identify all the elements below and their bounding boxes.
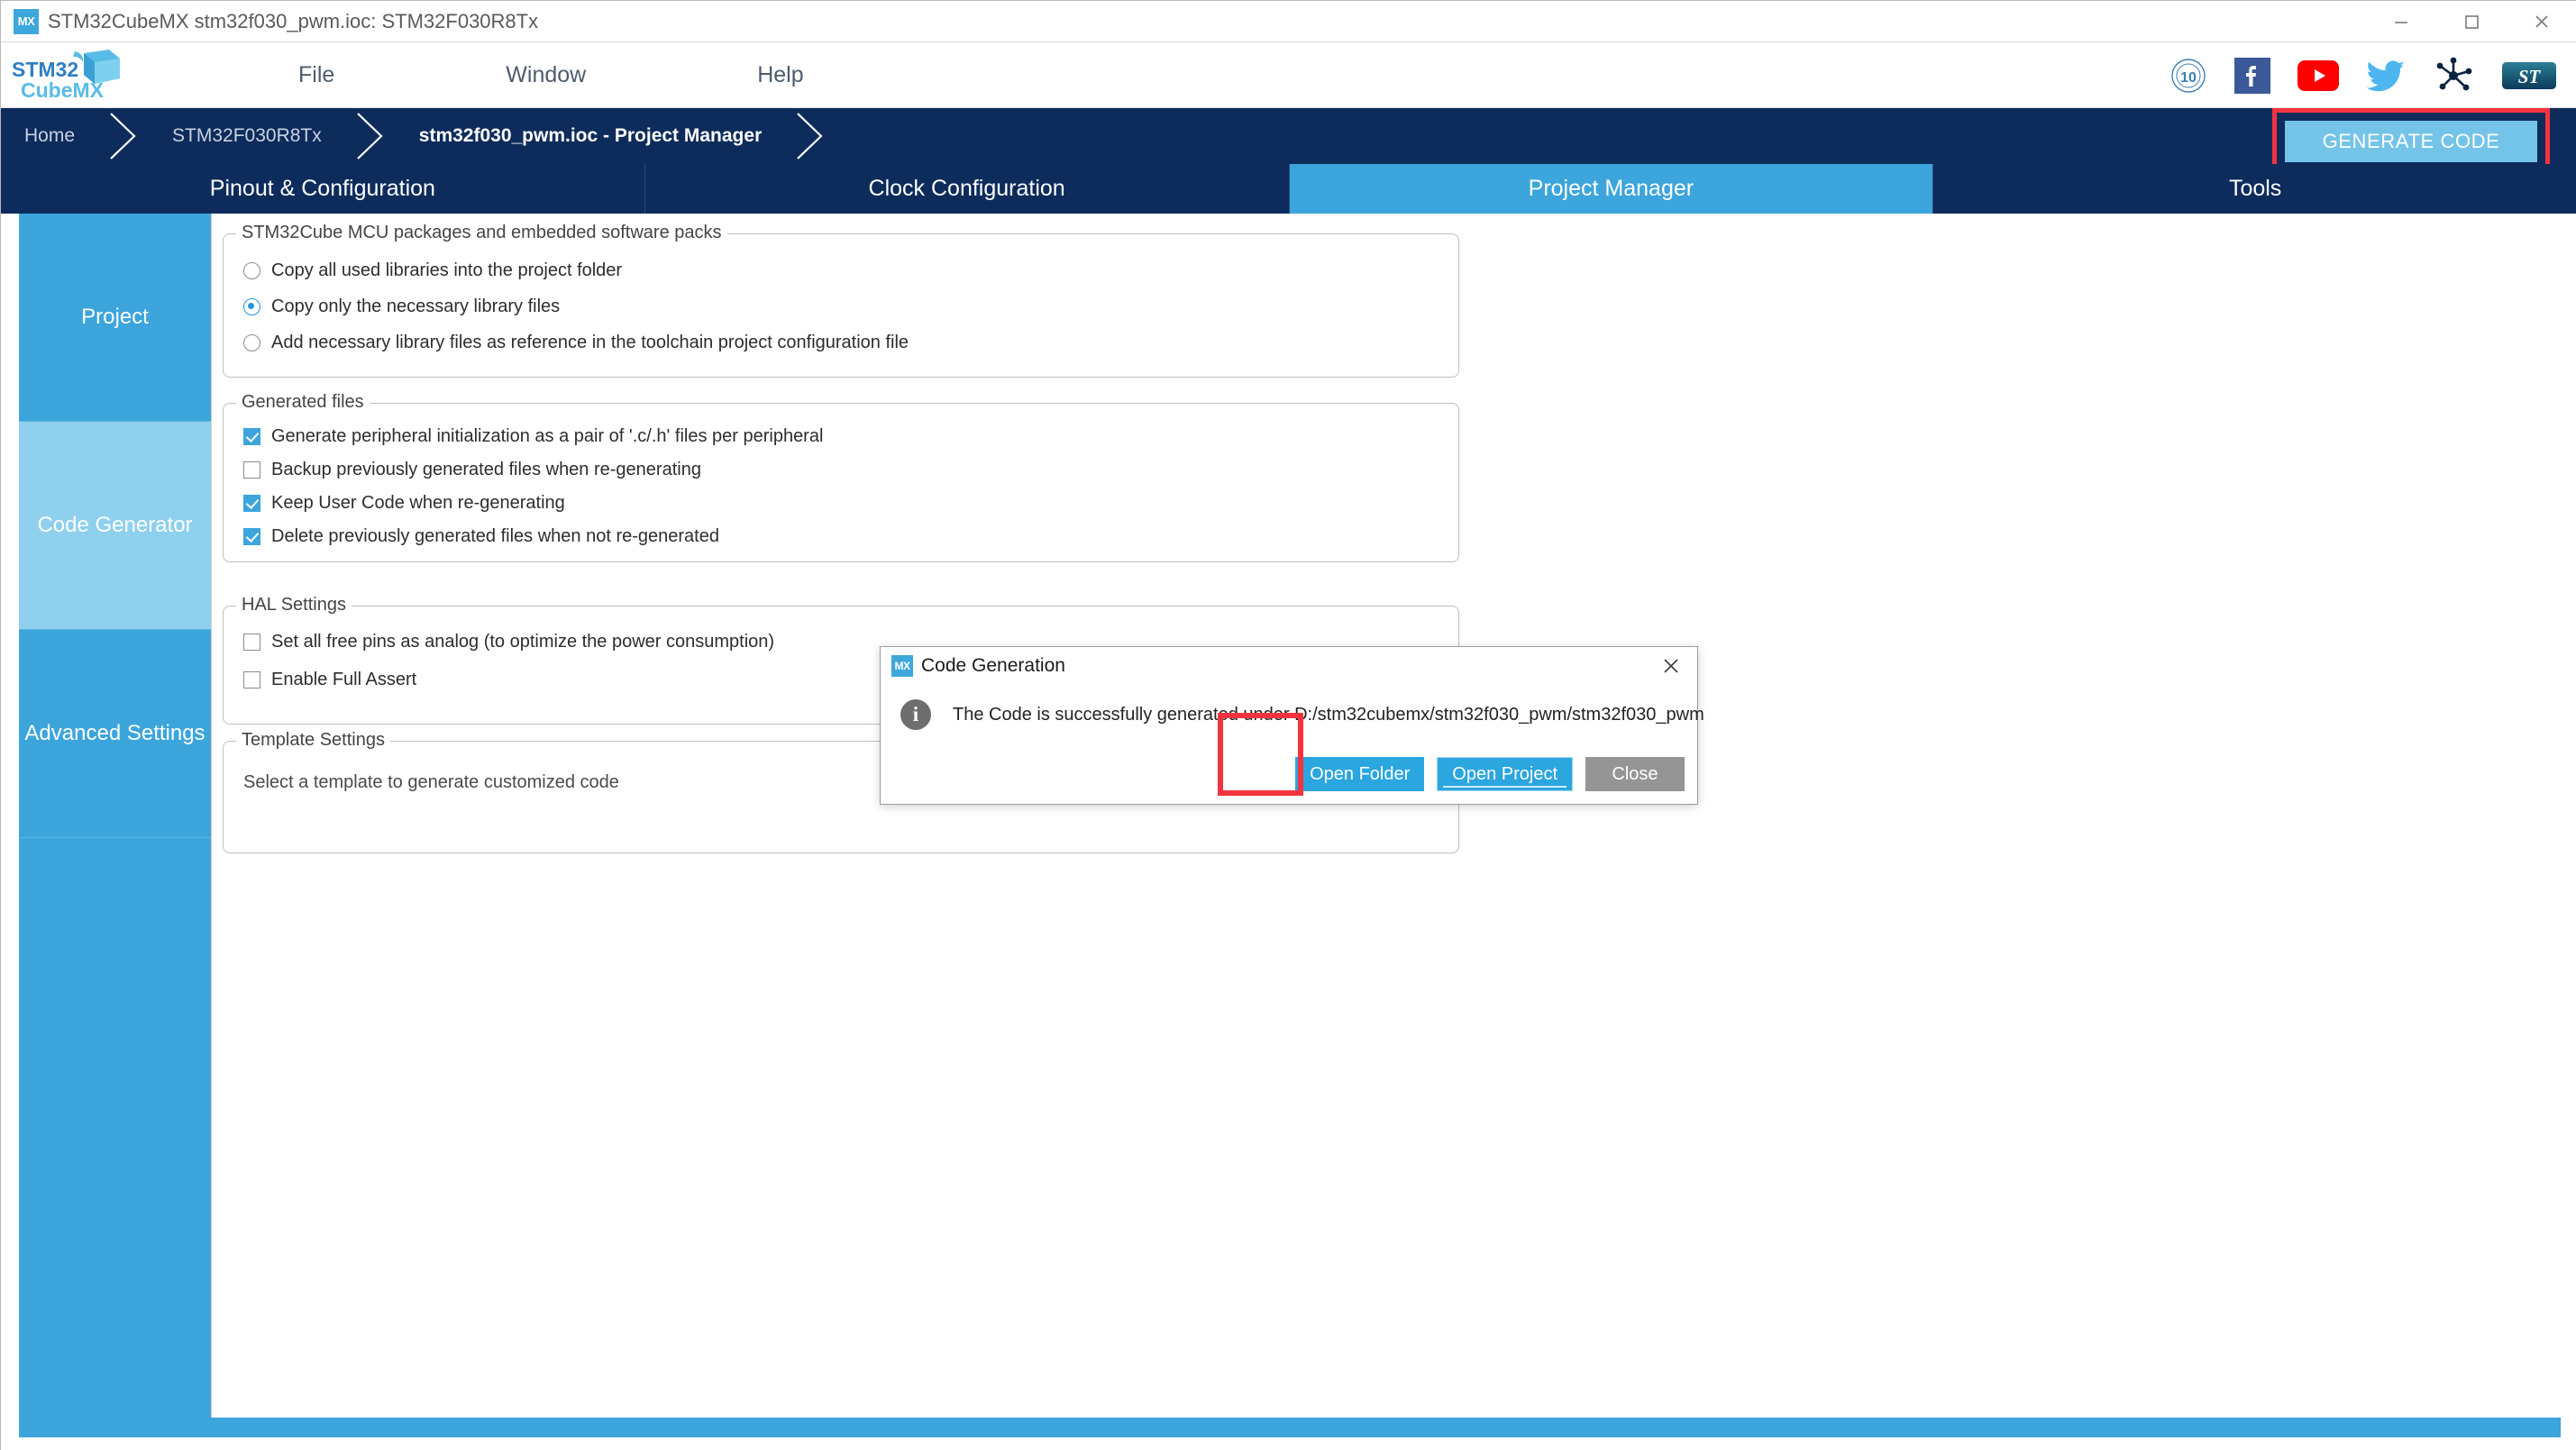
checkbox-free-pins-analog-label: Set all free pins as analog (to optimize…: [271, 632, 775, 652]
menu-items: File Window Help: [298, 42, 804, 108]
radio-copy-necessary-libraries[interactable]: Copy only the necessary library files: [243, 296, 560, 317]
menu-file[interactable]: File: [298, 62, 334, 88]
dialog-message: The Code is successfully generated under…: [953, 704, 1704, 725]
tab-tools[interactable]: Tools: [1933, 164, 2576, 214]
open-project-button[interactable]: Open Project: [1437, 757, 1573, 791]
title-bar: MX STM32CubeMX stm32f030_pwm.ioc: STM32F…: [1, 1, 2576, 42]
template-settings-description: Select a template to generate customized…: [243, 772, 619, 792]
breadcrumb-item-mcu[interactable]: STM32F030R8Tx: [149, 108, 352, 164]
project-manager-sidebar: Project Code Generator Advanced Settings: [19, 214, 211, 1421]
checkbox-icon: [243, 671, 260, 689]
checkbox-checked-icon: [243, 495, 260, 512]
breadcrumb: Home STM32F030R8Tx stm32f030_pwm.ioc - P…: [1, 108, 836, 164]
group-mcu-packages-title: STM32Cube MCU packages and embedded soft…: [236, 223, 727, 243]
maximize-icon[interactable]: [2436, 1, 2507, 42]
dialog-app-icon: MX: [891, 655, 913, 677]
svg-text:10: 10: [2180, 70, 2197, 86]
checkbox-generate-peripheral-init-label: Generate peripheral initialization as a …: [271, 426, 824, 446]
sidebar-item-code-generator[interactable]: Code Generator: [19, 422, 211, 630]
close-icon[interactable]: [2507, 1, 2576, 42]
open-folder-button[interactable]: Open Folder: [1295, 757, 1425, 791]
checkbox-free-pins-analog[interactable]: Set all free pins as analog (to optimize…: [243, 632, 774, 652]
group-hal-settings-title: HAL Settings: [236, 595, 352, 616]
checkbox-delete-previous-files-label: Delete previously generated files when n…: [271, 526, 719, 546]
facebook-icon[interactable]: [2234, 57, 2270, 94]
checkbox-icon: [243, 461, 260, 479]
checkbox-backup-previous-files[interactable]: Backup previously generated files when r…: [243, 460, 701, 480]
dialog-message-row: i The Code is successfully generated und…: [881, 685, 1704, 744]
breadcrumb-bar: Home STM32F030R8Tx stm32f030_pwm.ioc - P…: [1, 108, 2576, 171]
st-community-icon[interactable]: [2433, 57, 2474, 95]
dialog-title-bar: MX Code Generation: [881, 647, 1697, 685]
chevron-right-icon: [792, 108, 836, 164]
youtube-icon[interactable]: [2297, 59, 2339, 91]
radio-add-as-reference-label: Add necessary library files as reference…: [271, 333, 909, 352]
menu-bar: STM32 CubeMX File Window Help 10 ST: [1, 42, 2576, 108]
main-tab-bar: Pinout & Configuration Clock Configurati…: [1, 164, 2576, 214]
checkbox-icon: [243, 634, 260, 651]
checkbox-enable-full-assert-label: Enable Full Assert: [271, 670, 417, 689]
sidebar-item-advanced-settings[interactable]: Advanced Settings: [19, 630, 211, 838]
tab-pinout-configuration[interactable]: Pinout & Configuration: [1, 164, 645, 214]
checkbox-keep-user-code[interactable]: Keep User Code when re-generating: [243, 493, 565, 514]
checkbox-generate-peripheral-init[interactable]: Generate peripheral initialization as a …: [243, 426, 823, 447]
tab-project-manager[interactable]: Project Manager: [1289, 164, 1934, 214]
checkbox-backup-previous-files-label: Backup previously generated files when r…: [271, 460, 701, 479]
info-icon: i: [900, 699, 931, 730]
code-generator-panel: STM32Cube MCU packages and embedded soft…: [211, 214, 2559, 1421]
breadcrumb-item-home[interactable]: Home: [1, 108, 105, 164]
checkbox-enable-full-assert[interactable]: Enable Full Assert: [243, 670, 416, 690]
radio-copy-all-libraries[interactable]: Copy all used libraries into the project…: [243, 260, 622, 281]
minimize-icon[interactable]: [2366, 1, 2436, 42]
window-controls: [2366, 1, 2576, 42]
code-generation-dialog: MX Code Generation i The Code is success…: [880, 646, 1704, 805]
radio-button-icon: [243, 334, 260, 351]
radio-copy-all-libraries-label: Copy all used libraries into the project…: [271, 260, 623, 280]
svg-text:CubeMX: CubeMX: [21, 78, 105, 102]
group-mcu-packages: STM32Cube MCU packages and embedded soft…: [223, 223, 1459, 378]
svg-text:ST: ST: [2518, 66, 2542, 87]
breadcrumb-item-project-manager[interactable]: stm32f030_pwm.ioc - Project Manager: [396, 108, 792, 164]
dialog-buttons: Open Folder Open Project Close: [1295, 757, 1685, 791]
radio-copy-necessary-libraries-label: Copy only the necessary library files: [271, 296, 561, 316]
sidebar-item-project[interactable]: Project: [19, 214, 211, 422]
menu-window[interactable]: Window: [506, 62, 586, 88]
stm32cubemx-window: MX STM32CubeMX stm32f030_pwm.ioc: STM32F…: [0, 0, 2576, 1450]
radio-button-selected-icon: [243, 298, 260, 315]
chevron-right-icon: [105, 108, 149, 164]
tab-clock-configuration[interactable]: Clock Configuration: [644, 164, 1290, 214]
twitter-icon[interactable]: [2366, 59, 2406, 93]
checkbox-checked-icon: [243, 428, 260, 445]
generate-code-button[interactable]: GENERATE CODE: [2285, 121, 2537, 162]
group-generated-files: Generated files Generate peripheral init…: [223, 392, 1459, 562]
anniversary-10-icon[interactable]: 10: [2170, 57, 2207, 95]
body-area: Project Code Generator Advanced Settings…: [1, 214, 2576, 1450]
social-links: 10 ST: [2170, 42, 2557, 108]
dialog-close-icon[interactable]: [1658, 652, 1685, 679]
checkbox-delete-previous-files[interactable]: Delete previously generated files when n…: [243, 526, 719, 547]
group-template-settings-title: Template Settings: [236, 730, 390, 751]
checkbox-keep-user-code-label: Keep User Code when re-generating: [271, 493, 565, 513]
group-generated-files-title: Generated files: [236, 392, 370, 413]
menu-help[interactable]: Help: [757, 62, 803, 88]
app-icon: MX: [14, 8, 39, 34]
close-dialog-button[interactable]: Close: [1585, 757, 1685, 791]
cubemx-logo: STM32 CubeMX: [8, 48, 125, 104]
checkbox-checked-icon: [243, 528, 260, 545]
dialog-title: Code Generation: [921, 655, 1065, 676]
st-logo-icon[interactable]: ST: [2501, 59, 2557, 93]
radio-add-as-reference[interactable]: Add necessary library files as reference…: [243, 333, 909, 353]
chevron-right-icon: [352, 108, 396, 164]
horizontal-scrollbar[interactable]: [19, 1418, 2561, 1437]
sidebar-filler: [19, 838, 211, 1420]
radio-button-icon: [243, 262, 260, 279]
window-title: STM32CubeMX stm32f030_pwm.ioc: STM32F030…: [48, 9, 539, 32]
